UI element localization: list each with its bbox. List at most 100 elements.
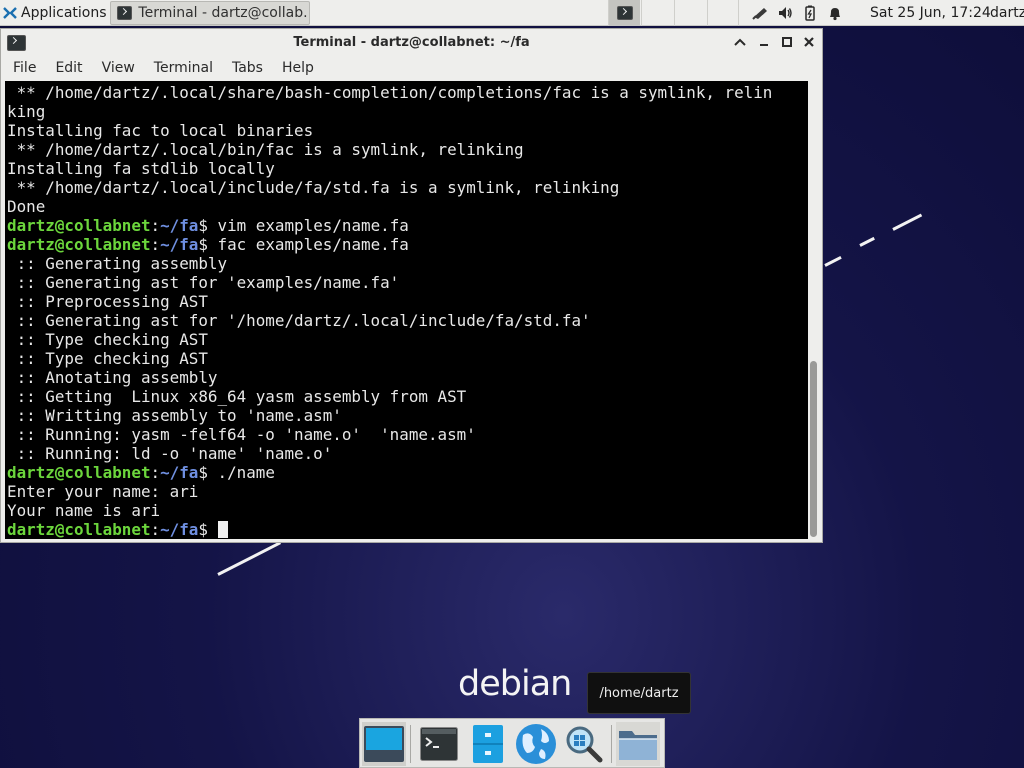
window-titlebar[interactable]: Terminal - dartz@collabnet: ~/fa [1,29,822,56]
battery-icon[interactable] [802,5,818,21]
terminal-output[interactable]: ** /home/dartz/.local/share/bash-complet… [5,81,808,539]
command-text: fac examples/name.fa [207,235,409,254]
prompt-colon: : [150,463,161,482]
prompt-path: ~/fa [160,216,199,235]
terminal-line: :: Preprocessing AST [7,292,808,311]
terminal-cursor [217,521,228,538]
menu-bar: File Edit View Terminal Tabs Help [1,56,822,80]
terminal-line: :: Writting assembly to 'name.asm' [7,406,808,425]
terminal-line: ** /home/dartz/.local/share/bash-complet… [7,83,808,102]
prompt-user-host: dartz@collabnet [7,216,151,235]
applications-menu-button[interactable]: Applications [0,0,113,26]
terminal-line: Done [7,197,808,216]
terminal-text: ** /home/dartz/.local/share/bash-complet… [5,81,808,539]
wallpaper-streak [892,213,923,231]
terminal-output-text: :: Type checking AST [7,330,208,349]
terminal-line: :: Type checking AST [7,330,808,349]
network-icon[interactable] [752,5,768,21]
maximize-button[interactable] [779,34,795,50]
taskbar-terminal-button[interactable]: Terminal - dartz@collab... [110,1,310,25]
dock-app-finder-button[interactable] [562,722,606,766]
command-text [208,520,218,539]
terminal-line: Installing fa stdlib locally [7,159,808,178]
workspace-4-button[interactable] [707,0,739,26]
terminal-output-text: :: Generating assembly [7,254,228,273]
scrollbar-thumb[interactable] [810,361,817,537]
prompt-user-host: dartz@collabnet [7,463,151,482]
taskbar-terminal-label: Terminal - dartz@collab... [138,5,309,21]
menu-file[interactable]: File [1,60,43,76]
clock[interactable]: Sat 25 Jun, 17:24 [870,0,991,26]
terminal-output-text: :: Type checking AST [7,349,208,368]
maximize-icon [782,37,792,47]
prompt-dollar: $ [198,216,208,235]
terminal-output-text: ** /home/dartz/.local/share/bash-complet… [7,83,773,102]
menu-terminal[interactable]: Terminal [142,60,220,76]
terminal-output-text: :: Writting assembly to 'name.asm' [7,406,342,425]
terminal-output-text: king [7,102,46,121]
terminal-line: Enter your name: ari [7,482,808,501]
terminal-icon [616,6,633,20]
close-button[interactable] [801,34,817,50]
chevron-up-icon [734,38,746,46]
prompt-colon: : [150,216,161,235]
workspace-1-button[interactable] [608,0,640,26]
user-menu[interactable]: dartz [990,0,1024,26]
menu-view[interactable]: View [90,60,142,76]
terminal-output-text: Done [7,197,46,216]
terminal-line: Your name is ari [7,501,808,520]
window-title: Terminal - dartz@collabnet: ~/fa [293,35,530,50]
terminal-line: ** /home/dartz/.local/include/fa/std.fa … [7,178,808,197]
xfce-logo-icon [3,7,17,19]
wallpaper-streak [217,541,282,576]
prompt-colon: : [150,520,161,539]
prompt-user-host: dartz@collabnet [7,520,151,539]
command-text: ./name [207,463,275,482]
workspace-2-button[interactable] [641,0,673,26]
terminal-output-text: :: Getting Linux x86_64 yasm assembly fr… [7,387,467,406]
terminal-line: dartz@collabnet:~/fa$ fac examples/name.… [7,235,808,254]
dock-home-folder-button[interactable] [616,722,660,766]
home-folder-icon [619,731,657,760]
terminal-output-text: :: Preprocessing AST [7,292,208,311]
terminal-output-text: :: Generating ast for '/home/dartz/.loca… [7,311,591,330]
volume-icon[interactable] [777,5,793,21]
terminal-line: :: Getting Linux x86_64 yasm assembly fr… [7,387,808,406]
terminal-output-text: Installing fac to local binaries [7,121,314,140]
dock-separator [410,725,411,763]
prompt-dollar: $ [198,520,208,539]
shade-button[interactable] [732,34,748,50]
terminal-output-text: ** /home/dartz/.local/bin/fac is a symli… [7,140,524,159]
terminal-line: ** /home/dartz/.local/bin/fac is a symli… [7,140,808,159]
prompt-path: ~/fa [160,520,199,539]
menu-help[interactable]: Help [270,60,321,76]
dock-terminal-button[interactable] [417,722,461,766]
terminal-line: Installing fac to local binaries [7,121,808,140]
wallpaper-streak [824,255,842,267]
prompt-colon: : [150,235,161,254]
close-icon [804,37,814,47]
prompt-dollar: $ [198,235,208,254]
terminal-output-text: Enter your name: ari [7,482,199,501]
dock-web-browser-button[interactable] [514,722,558,766]
system-tray [752,0,843,26]
dock-file-manager-button[interactable] [466,722,510,766]
workspace-3-button[interactable] [674,0,706,26]
menu-edit[interactable]: Edit [43,60,89,76]
terminal-scrollbar[interactable] [808,81,820,539]
terminal-line: :: Running: ld -o 'name' 'name.o' [7,444,808,463]
show-desktop-button[interactable] [362,722,406,766]
menu-tabs[interactable]: Tabs [220,60,270,76]
minimize-button[interactable] [756,34,772,50]
show-desktop-icon [364,726,404,762]
web-browser-icon [516,724,556,764]
bottom-dock [359,718,665,768]
terminal-line: :: Generating ast for 'examples/name.fa' [7,273,808,292]
wallpaper-streak [859,236,875,247]
terminal-line: :: Anotating assembly [7,368,808,387]
dock-tooltip: /home/dartz [587,672,691,714]
terminal-line: :: Generating assembly [7,254,808,273]
minimize-icon [760,44,768,46]
notification-bell-icon[interactable] [827,5,843,21]
terminal-line: dartz@collabnet:~/fa$ [7,520,808,539]
